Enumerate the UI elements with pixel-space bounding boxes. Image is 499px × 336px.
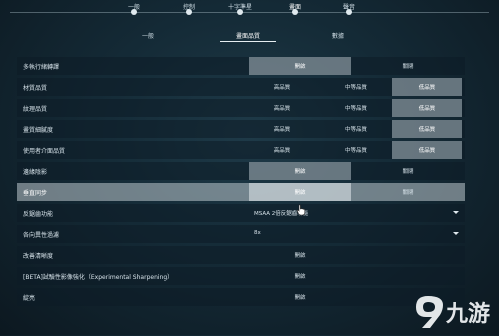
option-medium[interactable]: 中等品質 <box>323 78 389 96</box>
option-low[interactable]: 低品質 <box>392 120 462 138</box>
setting-row-experimental-sharpening: [BETA]試驗性影像強化（Experimental Sharpening） 開… <box>17 267 465 285</box>
subtab-stats[interactable]: 數據 <box>332 31 344 40</box>
setting-label: 改善清晰度 <box>23 253 54 260</box>
chevron-down-icon[interactable] <box>453 211 459 214</box>
option-off[interactable]: 關閉 <box>354 57 462 75</box>
option-high[interactable]: 高品質 <box>249 141 315 159</box>
option-low[interactable]: 低品質 <box>392 78 462 96</box>
setting-label: 紋理品質 <box>23 106 48 113</box>
option-off[interactable]: 關閉 <box>354 183 462 201</box>
top-nav-line <box>10 12 489 13</box>
tab-general-dot <box>131 9 137 15</box>
sub-nav: 一般 畫面品質 數據 <box>0 28 499 42</box>
option-medium[interactable]: 中等品質 <box>323 120 389 138</box>
setting-label: 使用者介面品質 <box>23 148 66 155</box>
setting-row-detail-quality: 畫質細膩度 高品質 中等品質 低品質 <box>17 120 465 138</box>
setting-label: 綻亮 <box>23 295 36 302</box>
setting-label: 多執行緒轉譯 <box>23 64 60 71</box>
setting-row-improve-clarity: 改善清晰度 開啟 <box>17 246 465 264</box>
mouse-cursor-icon <box>296 204 306 216</box>
setting-row-material-quality: 材質品質 高品質 中等品質 低品質 <box>17 78 465 96</box>
setting-label: 畫質細膩度 <box>23 127 54 134</box>
option-on[interactable]: 開啟 <box>249 183 351 201</box>
setting-label: 垂直同步 <box>23 190 48 197</box>
setting-row-bloom: 綻亮 開啟 <box>17 288 465 306</box>
option-medium[interactable]: 中等品質 <box>323 99 389 117</box>
chevron-down-icon[interactable] <box>453 232 459 235</box>
setting-row-vsync: 垂直同步 開啟 關閉 <box>17 183 465 201</box>
tab-video-dot <box>292 9 298 15</box>
option-off[interactable]: 關閉 <box>354 162 462 180</box>
option-medium[interactable]: 中等品質 <box>323 141 389 159</box>
setting-label: [BETA]試驗性影像強化（Experimental Sharpening） <box>23 274 174 281</box>
option-on[interactable]: 開啟 <box>249 246 351 264</box>
setting-row-ui-quality: 使用者介面品質 高品質 中等品質 低品質 <box>17 141 465 159</box>
option-high[interactable]: 高品質 <box>249 78 315 96</box>
option-on[interactable]: 開啟 <box>249 288 351 306</box>
setting-row-anisotropic-filtering[interactable]: 各向異性過濾 8x <box>17 225 465 243</box>
top-nav: 一般 控制 十字準星 畫面 聲音 <box>0 0 499 22</box>
setting-row-edge-shadows: 邊緣陰影 開啟 關閉 <box>17 162 465 180</box>
setting-row-texture-quality: 紋理品質 高品質 中等品質 低品質 <box>17 99 465 117</box>
setting-label: 各向異性過濾 <box>23 232 60 239</box>
setting-row-multithreaded-rendering: 多執行緒轉譯 開啟 關閉 <box>17 57 465 75</box>
dropdown-value: 8x <box>254 230 261 236</box>
option-on[interactable]: 開啟 <box>249 162 351 180</box>
option-on[interactable]: 開啟 <box>249 267 351 285</box>
setting-row-anti-aliasing[interactable]: 反鋸齒功能 MSAA 2倍反鋸齒功能 <box>17 204 465 222</box>
option-high[interactable]: 高品質 <box>249 120 315 138</box>
option-high[interactable]: 高品質 <box>249 99 315 117</box>
subtab-general[interactable]: 一般 <box>142 31 154 40</box>
tab-crosshair-dot <box>237 9 243 15</box>
setting-label: 反鋸齒功能 <box>23 211 54 218</box>
option-low[interactable]: 低品質 <box>392 141 462 159</box>
settings-list: 多執行緒轉譯 開啟 關閉 材質品質 高品質 中等品質 低品質 紋理品質 高品質 … <box>17 57 465 309</box>
subtab-graphics-quality[interactable]: 畫面品質 <box>236 31 260 40</box>
option-low[interactable]: 低品質 <box>392 99 462 117</box>
tab-controls-dot <box>186 9 192 15</box>
watermark: 九游 <box>406 288 496 332</box>
nine-game-logo-icon: 九游 <box>416 296 490 328</box>
option-on[interactable]: 開啟 <box>249 57 351 75</box>
watermark-text: 九游 <box>445 301 490 327</box>
setting-label: 邊緣陰影 <box>23 169 48 176</box>
tab-audio-dot <box>346 9 352 15</box>
subtab-active-underline <box>220 41 276 42</box>
setting-label: 材質品質 <box>23 85 48 92</box>
